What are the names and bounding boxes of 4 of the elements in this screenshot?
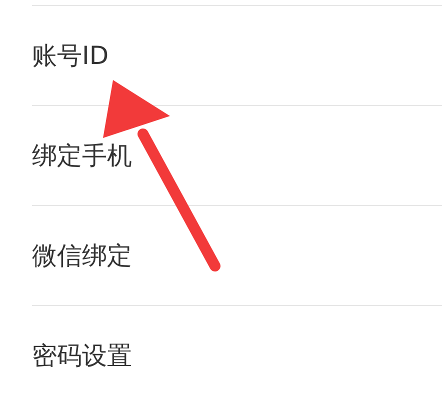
settings-item[interactable]: 微信绑定: [32, 239, 132, 272]
settings-item[interactable]: 密码设置: [32, 339, 132, 372]
settings-item[interactable]: 账号ID: [32, 39, 109, 72]
settings-item[interactable]: 绑定手机: [32, 139, 132, 172]
